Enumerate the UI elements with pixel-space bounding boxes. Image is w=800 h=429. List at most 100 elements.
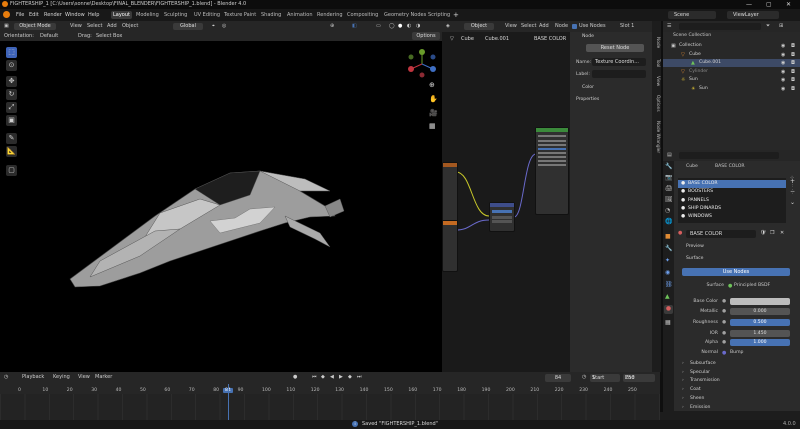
- add-cube-tool-icon[interactable]: ▢: [6, 165, 17, 176]
- render-camera-icon[interactable]: ◘: [791, 52, 795, 58]
- property-value-field[interactable]: 1.450: [730, 330, 790, 337]
- render-camera-icon[interactable]: ◘: [791, 60, 795, 66]
- move-tool-icon[interactable]: ✥: [6, 76, 17, 87]
- pan-hand-icon[interactable]: ✋: [429, 95, 438, 103]
- material-name-field[interactable]: BASE COLOR: [686, 230, 756, 238]
- property-value-field[interactable]: 1.000: [730, 339, 790, 346]
- tab-scripting[interactable]: Scripting: [426, 11, 452, 19]
- visibility-eye-icon[interactable]: ◉: [781, 69, 785, 75]
- minimize-button[interactable]: —: [746, 0, 752, 9]
- maximize-button[interactable]: ▢: [766, 0, 772, 9]
- prev-key-icon[interactable]: ◆: [321, 372, 325, 383]
- color-section[interactable]: Color: [582, 85, 594, 90]
- outliner-search[interactable]: [679, 23, 761, 30]
- subsection-coat[interactable]: Coat: [690, 387, 701, 392]
- property-value-field[interactable]: [730, 298, 790, 305]
- image-texture-node[interactable]: [442, 220, 458, 272]
- tool-tab-icon[interactable]: 🔧: [665, 163, 672, 170]
- properties-type-icon[interactable]: ▤: [667, 150, 672, 161]
- mapping-node[interactable]: [489, 202, 515, 232]
- tab-layout[interactable]: Layout: [111, 11, 132, 19]
- material-slot[interactable]: ● PANNELS: [678, 197, 786, 205]
- menu-window[interactable]: Window: [65, 9, 85, 21]
- drag-value[interactable]: Select Box: [96, 31, 122, 41]
- rotate-tool-icon[interactable]: ↻: [6, 89, 17, 100]
- node-editor-type-icon[interactable]: ◈: [446, 21, 450, 32]
- node-editor-canvas[interactable]: ▽ Cube Cube.001 BASE COLOR Node Reset No…: [442, 32, 652, 372]
- material-slot-list[interactable]: ● BASE COLOR ● BOOSTERS ● PANNELS ● SHIP DINARD…: [678, 178, 786, 223]
- end-frame-field[interactable]: End 250: [623, 374, 655, 382]
- menu-edit[interactable]: Edit: [29, 9, 39, 21]
- texture-tab-icon[interactable]: ▦: [665, 319, 671, 326]
- scene-selector[interactable]: Scene: [668, 11, 716, 19]
- outliner-row[interactable]: ☼ Sun ◉ ◘: [663, 76, 800, 84]
- tab-compositing[interactable]: Compositing: [345, 11, 380, 19]
- outliner-row[interactable]: ▣ Collection ◉ ◘: [663, 42, 800, 50]
- menu-render[interactable]: Render: [44, 9, 62, 21]
- chevron-right-icon[interactable]: ›: [682, 370, 684, 375]
- fake-user-icon[interactable]: 🛡: [760, 230, 766, 236]
- material-slot[interactable]: ● WINDOWS: [678, 213, 786, 221]
- sidebar-tab-node-wrangler[interactable]: Node Wrangler: [652, 117, 660, 157]
- new-collection-icon[interactable]: ⊞: [779, 21, 783, 32]
- filter-icon[interactable]: ⏷: [766, 21, 770, 32]
- current-frame-field[interactable]: 84: [545, 374, 571, 382]
- jump-end-icon[interactable]: ⏭: [357, 372, 362, 383]
- subsection-emission[interactable]: Emission: [690, 405, 710, 410]
- tab-rendering[interactable]: Rendering: [315, 11, 345, 19]
- render-camera-icon[interactable]: ◘: [791, 86, 795, 92]
- visibility-eye-icon[interactable]: ◉: [781, 52, 785, 58]
- subsection-specular[interactable]: Specular: [690, 370, 710, 375]
- options-button[interactable]: Options: [412, 32, 440, 40]
- scale-tool-icon[interactable]: ⤢: [6, 102, 17, 113]
- scene-collection-label[interactable]: Scene Collection: [673, 33, 711, 38]
- blender-menu-icon[interactable]: [3, 11, 10, 18]
- subsection-subsurface[interactable]: Subsurface: [690, 361, 716, 366]
- node-menu-view[interactable]: View: [505, 21, 517, 32]
- scene-tab-icon[interactable]: ◔: [665, 207, 670, 214]
- properties-section[interactable]: Properties: [576, 97, 599, 102]
- play-reverse-icon[interactable]: ◀: [330, 372, 334, 383]
- jump-start-icon[interactable]: ⏮: [312, 372, 317, 383]
- chevron-right-icon[interactable]: ›: [682, 361, 684, 366]
- visibility-eye-icon[interactable]: ◉: [781, 77, 785, 83]
- outliner-row[interactable]: ▽ Cube ◉ ◘: [663, 51, 800, 59]
- tab-modeling[interactable]: Modeling: [134, 11, 161, 19]
- view-layer-selector[interactable]: ViewLayer: [727, 11, 779, 19]
- side-pin-icon[interactable]: ⊹: [790, 175, 798, 182]
- property-value-field[interactable]: 0.000: [730, 308, 790, 315]
- node-label-field[interactable]: [592, 70, 646, 78]
- menu-marker[interactable]: Marker: [95, 372, 112, 383]
- 3d-viewport[interactable]: ⬚ ⊙ ✥ ↻ ⤢ ▣ ✎ 📐 ▢ ⊕ ✋ 🎥 ▦: [0, 41, 442, 372]
- preview-section[interactable]: Preview: [686, 244, 704, 249]
- outliner-row[interactable]: ☀ Sun ◉ ◘: [663, 85, 800, 93]
- sidebar-tab-options[interactable]: Options: [652, 92, 660, 114]
- menu-playback[interactable]: Playback: [22, 372, 44, 383]
- chevron-right-icon[interactable]: ›: [682, 396, 684, 401]
- orientation-value[interactable]: Default: [40, 31, 58, 41]
- visibility-eye-icon[interactable]: ◉: [781, 43, 785, 49]
- clock-icon[interactable]: ◷: [582, 372, 586, 383]
- chevron-right-icon[interactable]: ›: [682, 387, 684, 392]
- transform-orientation[interactable]: Global: [173, 23, 203, 30]
- data-tab-icon[interactable]: ▲: [665, 293, 670, 300]
- tab-shading[interactable]: Shading: [259, 11, 283, 19]
- use-nodes-button[interactable]: Use Nodes: [682, 268, 790, 276]
- sidebar-tab-view[interactable]: View: [652, 73, 660, 89]
- material-tab-icon[interactable]: ●: [664, 305, 673, 314]
- sidebar-tab-tool[interactable]: Tool: [652, 55, 660, 71]
- next-key-icon[interactable]: ◆: [348, 372, 352, 383]
- navigation-gizmo[interactable]: [405, 47, 439, 81]
- side-dot-icon[interactable]: ⋮: [790, 189, 798, 196]
- render-tab-icon[interactable]: 📷: [665, 174, 672, 181]
- annotate-tool-icon[interactable]: ✎: [6, 133, 17, 144]
- play-icon[interactable]: ▶: [339, 372, 343, 383]
- perspective-grid-icon[interactable]: ▦: [429, 122, 436, 130]
- start-frame-field[interactable]: Start 1: [590, 374, 620, 382]
- subsection-sheen[interactable]: Sheen: [690, 396, 704, 401]
- cursor-tool-icon[interactable]: ⊙: [6, 60, 17, 71]
- tab-animation[interactable]: Animation: [285, 11, 315, 19]
- normal-value[interactable]: Bump: [730, 350, 743, 355]
- mode-selector[interactable]: Object Mode: [14, 23, 56, 30]
- physics-tab-icon[interactable]: ◉: [665, 269, 670, 276]
